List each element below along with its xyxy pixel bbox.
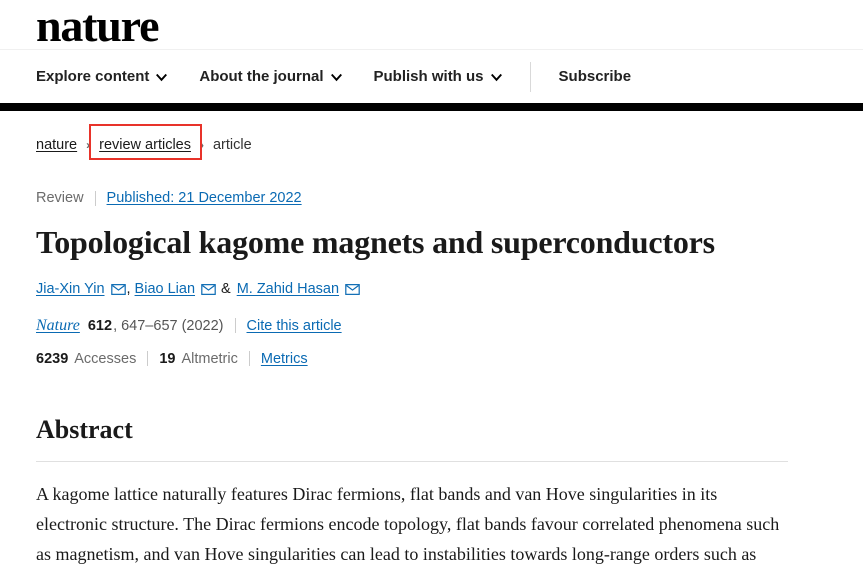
nav-item-subscribe[interactable]: Subscribe (559, 69, 632, 84)
author-link-2[interactable]: Biao Lian (135, 281, 195, 297)
nav-item-explore-content[interactable]: Explore content (36, 68, 168, 85)
author-link-3[interactable]: M. Zahid Hasan (237, 281, 339, 297)
nav-divider (529, 61, 531, 92)
cite-this-article-link[interactable]: Cite this article (247, 318, 342, 334)
site-masthead: nature (0, 0, 863, 50)
breadcrumb-separator-icon: › (86, 138, 91, 152)
author-link-1[interactable]: Jia-Xin Yin (36, 281, 105, 297)
chevron-down-icon (330, 72, 342, 83)
altmetric-label: Altmetric (181, 350, 238, 367)
published-date-link[interactable]: Published: 21 December 2022 (107, 190, 302, 206)
pages-and-year: , 647–657 (2022) (113, 317, 224, 334)
divider (248, 351, 250, 367)
article-container: nature › review articles › article Revie… (0, 124, 863, 564)
divider (94, 190, 96, 206)
breadcrumb-item-article: article (212, 137, 252, 153)
envelope-icon[interactable] (201, 284, 216, 296)
breadcrumb-separator-icon: › (199, 138, 204, 152)
breadcrumb-item-nature[interactable]: nature (36, 137, 77, 153)
author-separator: , (126, 280, 131, 297)
metrics-link[interactable]: Metrics (261, 351, 308, 367)
header-black-bar (0, 103, 863, 111)
author-list: Jia-Xin Yin , Biao Lian & M. Zahid Hasan (36, 281, 827, 297)
nav-item-publish-with-us[interactable]: Publish with us (374, 69, 502, 84)
divider (234, 318, 236, 334)
page-title: Topological kagome magnets and supercond… (36, 224, 715, 260)
nav-label: Publish with us (373, 68, 484, 85)
abstract-divider (36, 460, 788, 462)
nav-label: Explore content (36, 68, 150, 85)
chevron-down-icon (490, 72, 502, 83)
accesses-label: Accesses (74, 350, 137, 367)
abstract-heading: Abstract (36, 414, 133, 444)
nav-label: About the journal (199, 68, 324, 85)
chevron-down-icon (156, 72, 168, 83)
nav-item-about-the-journal[interactable]: About the journal (199, 68, 342, 85)
altmetric-count: 19 (159, 350, 176, 367)
publication-line: Review Published: 21 December 2022 (36, 190, 827, 206)
envelope-icon[interactable] (110, 284, 126, 296)
volume-number: 612 (87, 317, 113, 334)
divider (147, 351, 149, 367)
breadcrumb-highlighted-group: review articles (89, 124, 203, 160)
abstract-text: A kagome lattice naturally features Dira… (36, 483, 780, 564)
breadcrumb-item-review-articles[interactable]: review articles (99, 137, 191, 153)
breadcrumb: nature › review articles › article (36, 124, 827, 160)
accesses-count: 6239 (36, 350, 69, 367)
envelope-icon[interactable] (345, 284, 360, 296)
nature-logo[interactable]: nature (36, 2, 159, 49)
citation-line: Nature 612 , 647–657 (2022) Cite this ar… (36, 317, 827, 335)
author-separator: & (221, 280, 231, 297)
journal-link[interactable]: Nature (36, 317, 80, 335)
primary-navigation: Explore content About the journal Publis… (0, 50, 863, 103)
metrics-line: 6239 Accesses 19 Altmetric Metrics (36, 351, 827, 367)
nav-label: Subscribe (558, 68, 632, 85)
article-type-label: Review (36, 190, 84, 206)
